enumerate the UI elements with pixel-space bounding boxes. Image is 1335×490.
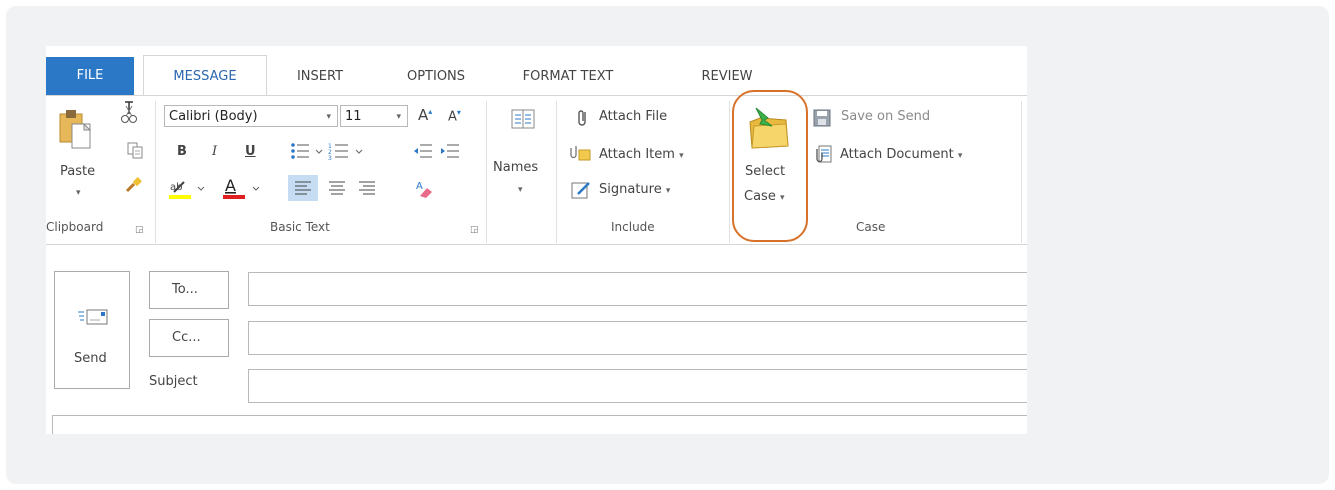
align-left-button[interactable] — [288, 175, 318, 201]
signature-label: Signature — [599, 182, 662, 197]
clear-formatting-icon[interactable]: A — [414, 178, 436, 200]
copy-icon[interactable] — [126, 141, 144, 159]
send-button[interactable]: Send — [54, 271, 130, 389]
attach-item-icon — [570, 144, 592, 162]
attach-item-button[interactable]: Attach Item ▾ — [599, 147, 684, 162]
align-center-button[interactable] — [322, 175, 352, 201]
tab-message[interactable]: MESSAGE — [143, 55, 267, 97]
signature-button[interactable]: Signature ▾ — [599, 182, 670, 197]
attach-file-button[interactable]: Attach File — [599, 109, 667, 124]
separator — [556, 101, 557, 243]
svg-text:A: A — [416, 181, 423, 192]
separator — [155, 101, 156, 243]
select-case-label-2: Case — [744, 189, 776, 204]
bullets-icon[interactable] — [290, 141, 324, 161]
highlight-icon[interactable]: ab — [168, 177, 208, 201]
names-button[interactable]: Names — [493, 160, 538, 175]
send-label: Send — [74, 351, 107, 366]
bold-button[interactable]: B — [177, 144, 187, 159]
cc-field[interactable] — [248, 321, 1027, 355]
attach-item-label: Attach Item — [599, 147, 675, 162]
separator — [1021, 101, 1022, 243]
paste-icon[interactable] — [54, 104, 94, 158]
paperclip-icon — [576, 108, 590, 128]
brush-icon[interactable] — [124, 176, 144, 194]
chevron-down-icon[interactable]: ▾ — [518, 185, 523, 195]
svg-text:A: A — [225, 176, 236, 195]
clipboard-launcher-icon[interactable]: ◲ — [135, 225, 144, 235]
separator — [729, 101, 730, 243]
paste-dropdown-caret[interactable]: ▾ — [76, 188, 81, 198]
tab-file[interactable]: FILE — [46, 57, 134, 95]
save-on-send-button[interactable]: Save on Send — [841, 109, 930, 124]
attach-document-label: Attach Document — [840, 147, 954, 162]
italic-button[interactable]: I — [212, 144, 217, 159]
basic-text-launcher-icon[interactable]: ◲ — [470, 225, 479, 235]
underline-button[interactable]: U — [245, 144, 256, 159]
message-body[interactable] — [52, 415, 1027, 434]
subject-field[interactable] — [248, 369, 1027, 403]
font-size-value: 11 — [345, 109, 362, 124]
floppy-icon — [813, 109, 831, 127]
select-case-label[interactable]: Select — [745, 164, 785, 179]
svg-text:3: 3 — [328, 155, 332, 161]
document-attach-icon — [813, 145, 835, 165]
tab-format-text[interactable]: FORMAT TEXT — [506, 58, 630, 95]
envelope-icon — [76, 306, 108, 326]
numbering-icon[interactable]: 1 2 3 — [328, 141, 366, 161]
chevron-down-icon: ▾ — [396, 112, 401, 122]
cc-button[interactable]: Cc... — [149, 319, 229, 357]
font-name-value: Calibri (Body) — [169, 109, 258, 124]
separator — [486, 101, 487, 243]
font-color-icon[interactable]: A — [222, 175, 264, 201]
ribbon-tabs: FILE MESSAGE INSERT OPTIONS FORMAT TEXT … — [46, 46, 1027, 97]
scissors-icon[interactable] — [120, 100, 138, 126]
cc-label: Cc... — [172, 330, 201, 345]
subject-label: Subject — [149, 374, 198, 389]
shrink-font-icon[interactable]: A▾ — [448, 108, 461, 124]
folder-arrow-icon[interactable] — [746, 106, 792, 150]
grow-font-icon[interactable]: A▴ — [418, 106, 432, 124]
decrease-indent-icon[interactable] — [412, 142, 434, 160]
basic-text-group-label: Basic Text — [270, 220, 330, 234]
increase-indent-icon[interactable] — [439, 142, 461, 160]
case-group-label: Case — [856, 220, 886, 234]
address-book-icon[interactable] — [509, 105, 537, 133]
outlook-compose-window: FILE MESSAGE INSERT OPTIONS FORMAT TEXT … — [46, 46, 1027, 434]
to-label: To... — [172, 282, 198, 297]
to-field[interactable] — [248, 272, 1027, 306]
align-right-button[interactable] — [352, 175, 382, 201]
font-size-select[interactable]: 11 ▾ — [340, 105, 408, 127]
clipboard-group-label: Clipboard — [46, 220, 104, 234]
font-name-select[interactable]: Calibri (Body) ▾ — [164, 105, 338, 127]
attach-document-button[interactable]: Attach Document ▾ — [840, 147, 962, 162]
tab-options[interactable]: OPTIONS — [382, 58, 490, 95]
paste-label[interactable]: Paste — [60, 164, 95, 179]
select-case-button[interactable]: Case ▾ — [744, 189, 785, 204]
tab-insert[interactable]: INSERT — [272, 58, 368, 95]
include-group-label: Include — [611, 220, 655, 234]
signature-icon — [570, 180, 592, 200]
to-button[interactable]: To... — [149, 271, 229, 309]
chevron-down-icon: ▾ — [326, 112, 331, 122]
svg-text:ab: ab — [170, 182, 182, 193]
